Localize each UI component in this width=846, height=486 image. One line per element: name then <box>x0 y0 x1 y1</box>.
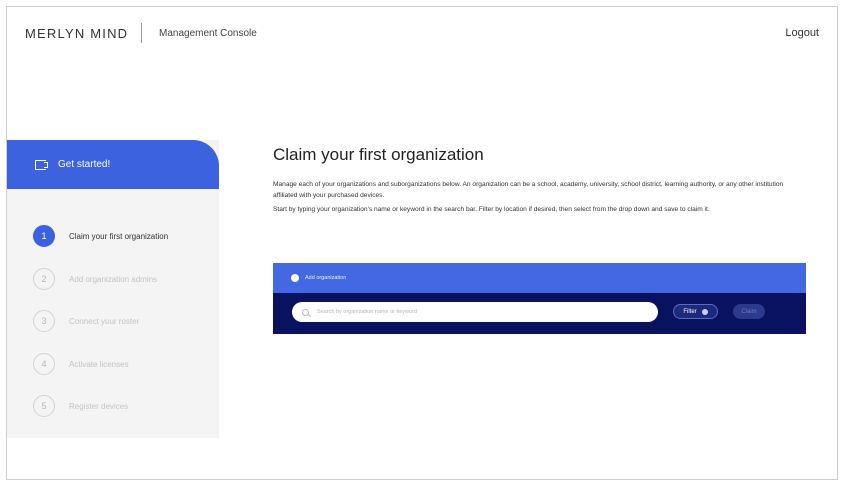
step-number: 5 <box>33 395 55 417</box>
top-bar: MERLYN MIND Management Console Logout <box>7 7 837 59</box>
get-started-label: Get started! <box>58 159 111 170</box>
app-window: MERLYN MIND Management Console Logout Ge… <box>6 6 838 480</box>
filter-label: Filter <box>683 308 697 315</box>
step-register-devices[interactable]: 5 Register devices <box>33 394 219 418</box>
app-subtitle: Management Console <box>159 28 257 39</box>
step-label: Activate licenses <box>69 359 129 369</box>
search-box[interactable] <box>292 302 658 322</box>
filter-button[interactable]: Filter <box>673 304 718 319</box>
header-divider <box>141 23 142 43</box>
step-claim-organization[interactable]: 1 Claim your first organization <box>33 224 219 248</box>
get-started-banner: Get started! <box>7 140 219 189</box>
step-connect-roster[interactable]: 3 Connect your roster <box>33 309 219 333</box>
step-add-admins[interactable]: 2 Add organization admins <box>33 267 219 291</box>
search-icon <box>302 308 309 316</box>
onboarding-sidebar: Get started! 1 Claim your first organiza… <box>7 140 219 438</box>
step-label: Register devices <box>69 401 129 411</box>
step-number: 1 <box>33 225 55 247</box>
add-organization-bar: Add organization <box>273 263 806 293</box>
filter-toggle-icon <box>701 308 708 315</box>
flag-icon <box>35 159 48 170</box>
search-input[interactable] <box>315 308 649 316</box>
step-label: Connect your roster <box>69 316 140 326</box>
add-icon[interactable] <box>291 274 299 282</box>
logout-link[interactable]: Logout <box>785 27 819 39</box>
page-title: Claim your first organization <box>273 145 484 164</box>
search-bar-row: Filter Claim <box>273 293 806 334</box>
brand-logo: MERLYN MIND <box>25 26 129 41</box>
organization-search-panel: Add organization Filter Claim <box>273 263 806 334</box>
step-activate-licenses[interactable]: 4 Activate licenses <box>33 352 219 376</box>
description-paragraph-2: Start by typing your organization's name… <box>273 206 710 213</box>
step-number: 2 <box>33 268 55 290</box>
step-number: 4 <box>33 353 55 375</box>
step-number: 3 <box>33 310 55 332</box>
page-description: Manage each of your organizations and su… <box>273 179 808 215</box>
claim-button[interactable]: Claim <box>733 304 765 319</box>
add-organization-label[interactable]: Add organization <box>305 275 346 281</box>
step-label: Add organization admins <box>69 274 158 284</box>
description-paragraph-1: Manage each of your organizations and su… <box>273 181 784 199</box>
main-content: Claim your first organization Manage eac… <box>273 145 808 218</box>
step-label: Claim your first organization <box>69 231 169 241</box>
